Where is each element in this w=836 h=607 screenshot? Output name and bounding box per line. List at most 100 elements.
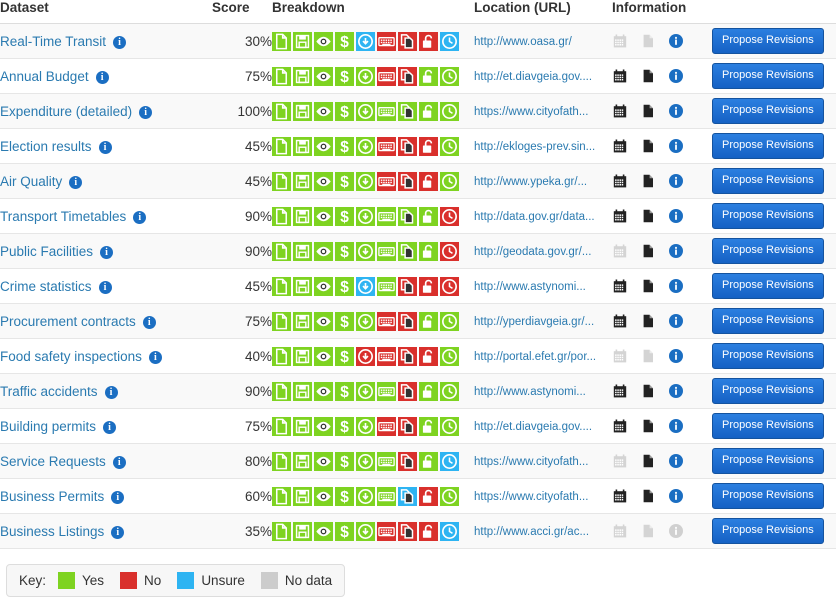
information-info-icon[interactable] bbox=[668, 173, 684, 189]
propose-revisions-button[interactable]: Propose Revisions bbox=[712, 273, 824, 299]
location-url-link[interactable]: http://www.astynomi... bbox=[474, 386, 586, 398]
breakdown-keyboard-icon[interactable] bbox=[377, 241, 396, 261]
breakdown-clock-icon[interactable] bbox=[440, 66, 459, 86]
breakdown-unlock-icon[interactable] bbox=[419, 311, 438, 331]
breakdown-copy-icon[interactable] bbox=[398, 171, 417, 191]
information-info-icon[interactable] bbox=[668, 33, 684, 49]
breakdown-dollar-icon[interactable]: $ bbox=[335, 101, 354, 121]
propose-revisions-button[interactable]: Propose Revisions bbox=[712, 518, 824, 544]
breakdown-keyboard-icon[interactable] bbox=[377, 101, 396, 121]
information-info-icon[interactable] bbox=[668, 278, 684, 294]
dataset-link[interactable]: Real-Time Transit bbox=[0, 34, 106, 49]
information-document-icon[interactable] bbox=[640, 453, 656, 469]
dataset-info-icon[interactable]: i bbox=[133, 210, 147, 224]
breakdown-dollar-icon[interactable]: $ bbox=[335, 521, 354, 541]
breakdown-file-icon[interactable] bbox=[272, 241, 291, 261]
breakdown-dollar-icon[interactable]: $ bbox=[335, 136, 354, 156]
breakdown-download-circle-icon[interactable] bbox=[356, 206, 375, 226]
breakdown-save-icon[interactable] bbox=[293, 521, 312, 541]
dataset-info-icon[interactable]: i bbox=[98, 140, 112, 154]
breakdown-unlock-icon[interactable] bbox=[419, 451, 438, 471]
information-document-icon[interactable] bbox=[640, 138, 656, 154]
breakdown-save-icon[interactable] bbox=[293, 311, 312, 331]
breakdown-eye-icon[interactable] bbox=[314, 381, 333, 401]
breakdown-keyboard-icon[interactable] bbox=[377, 136, 396, 156]
breakdown-clock-icon[interactable] bbox=[440, 136, 459, 156]
breakdown-clock-icon[interactable] bbox=[440, 31, 459, 51]
information-document-icon[interactable] bbox=[640, 313, 656, 329]
breakdown-copy-icon[interactable] bbox=[398, 451, 417, 471]
breakdown-save-icon[interactable] bbox=[293, 346, 312, 366]
breakdown-copy-icon[interactable] bbox=[398, 346, 417, 366]
dataset-link[interactable]: Building permits bbox=[0, 419, 96, 434]
breakdown-save-icon[interactable] bbox=[293, 451, 312, 471]
breakdown-download-circle-icon[interactable] bbox=[356, 241, 375, 261]
breakdown-clock-icon[interactable] bbox=[440, 521, 459, 541]
dataset-info-icon[interactable]: i bbox=[104, 385, 118, 399]
information-calendar-icon[interactable] bbox=[612, 103, 628, 119]
breakdown-copy-icon[interactable] bbox=[398, 206, 417, 226]
breakdown-unlock-icon[interactable] bbox=[419, 486, 438, 506]
breakdown-eye-icon[interactable] bbox=[314, 521, 333, 541]
information-calendar-icon[interactable] bbox=[612, 313, 628, 329]
breakdown-unlock-icon[interactable] bbox=[419, 206, 438, 226]
breakdown-save-icon[interactable] bbox=[293, 136, 312, 156]
dataset-info-icon[interactable]: i bbox=[142, 315, 156, 329]
breakdown-dollar-icon[interactable]: $ bbox=[335, 241, 354, 261]
dataset-link[interactable]: Public Facilities bbox=[0, 244, 93, 259]
breakdown-dollar-icon[interactable]: $ bbox=[335, 486, 354, 506]
breakdown-clock-icon[interactable] bbox=[440, 276, 459, 296]
location-url-link[interactable]: http://et.diavgeia.gov.... bbox=[474, 421, 592, 433]
breakdown-unlock-icon[interactable] bbox=[419, 416, 438, 436]
breakdown-eye-icon[interactable] bbox=[314, 206, 333, 226]
breakdown-keyboard-icon[interactable] bbox=[377, 416, 396, 436]
location-url-link[interactable]: https://www.cityofath... bbox=[474, 456, 588, 468]
information-calendar-icon[interactable] bbox=[612, 383, 628, 399]
breakdown-clock-icon[interactable] bbox=[440, 206, 459, 226]
breakdown-copy-icon[interactable] bbox=[398, 416, 417, 436]
breakdown-download-circle-icon[interactable] bbox=[356, 101, 375, 121]
location-url-link[interactable]: http://www.astynomi... bbox=[474, 281, 586, 293]
breakdown-file-icon[interactable] bbox=[272, 451, 291, 471]
breakdown-unlock-icon[interactable] bbox=[419, 31, 438, 51]
breakdown-keyboard-icon[interactable] bbox=[377, 346, 396, 366]
breakdown-clock-icon[interactable] bbox=[440, 451, 459, 471]
information-info-icon[interactable] bbox=[668, 313, 684, 329]
dataset-info-icon[interactable]: i bbox=[100, 245, 114, 259]
breakdown-file-icon[interactable] bbox=[272, 31, 291, 51]
breakdown-dollar-icon[interactable]: $ bbox=[335, 276, 354, 296]
information-info-icon[interactable] bbox=[668, 488, 684, 504]
breakdown-unlock-icon[interactable] bbox=[419, 346, 438, 366]
information-info-icon[interactable] bbox=[668, 243, 684, 259]
breakdown-save-icon[interactable] bbox=[293, 206, 312, 226]
information-document-icon[interactable] bbox=[640, 68, 656, 84]
breakdown-copy-icon[interactable] bbox=[398, 241, 417, 261]
propose-revisions-button[interactable]: Propose Revisions bbox=[712, 308, 824, 334]
information-document-icon[interactable] bbox=[640, 208, 656, 224]
breakdown-unlock-icon[interactable] bbox=[419, 136, 438, 156]
breakdown-save-icon[interactable] bbox=[293, 171, 312, 191]
dataset-link[interactable]: Air Quality bbox=[0, 174, 62, 189]
breakdown-download-circle-icon[interactable] bbox=[356, 381, 375, 401]
location-url-link[interactable]: http://www.ypeka.gr/... bbox=[474, 176, 587, 188]
breakdown-file-icon[interactable] bbox=[272, 521, 291, 541]
information-calendar-icon[interactable] bbox=[612, 418, 628, 434]
information-info-icon[interactable] bbox=[668, 348, 684, 364]
location-url-link[interactable]: http://portal.efet.gr/por... bbox=[474, 351, 596, 363]
propose-revisions-button[interactable]: Propose Revisions bbox=[712, 28, 824, 54]
breakdown-dollar-icon[interactable]: $ bbox=[335, 31, 354, 51]
breakdown-file-icon[interactable] bbox=[272, 276, 291, 296]
dataset-info-icon[interactable]: i bbox=[69, 175, 83, 189]
breakdown-clock-icon[interactable] bbox=[440, 416, 459, 436]
breakdown-file-icon[interactable] bbox=[272, 486, 291, 506]
dataset-link[interactable]: Food safety inspections bbox=[0, 349, 142, 364]
breakdown-copy-icon[interactable] bbox=[398, 136, 417, 156]
breakdown-save-icon[interactable] bbox=[293, 241, 312, 261]
information-calendar-icon[interactable] bbox=[612, 488, 628, 504]
breakdown-dollar-icon[interactable]: $ bbox=[335, 171, 354, 191]
dataset-info-icon[interactable]: i bbox=[148, 350, 162, 364]
propose-revisions-button[interactable]: Propose Revisions bbox=[712, 448, 824, 474]
breakdown-clock-icon[interactable] bbox=[440, 171, 459, 191]
dataset-info-icon[interactable]: i bbox=[139, 105, 153, 119]
breakdown-clock-icon[interactable] bbox=[440, 311, 459, 331]
